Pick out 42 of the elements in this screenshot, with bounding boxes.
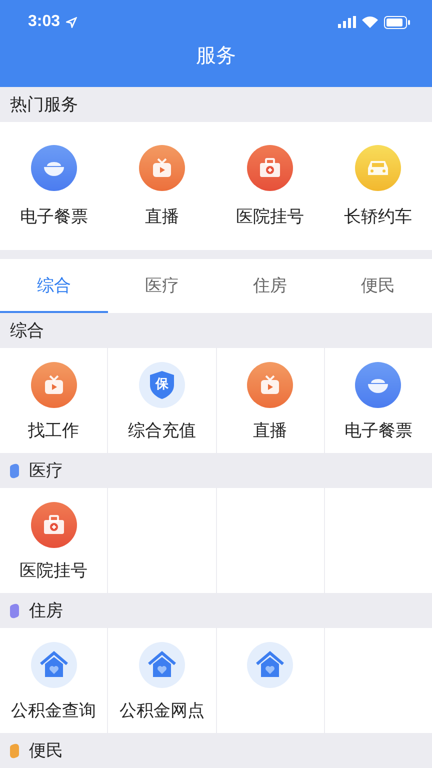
signal-icon (338, 16, 356, 28)
house-icon (138, 642, 185, 688)
tv-icon (139, 144, 185, 190)
battery-icon (384, 16, 410, 28)
service-tile[interactable]: 直播 (216, 348, 324, 453)
service-tile[interactable]: 电子餐票 (324, 348, 432, 453)
section-title: 热门服务 (10, 94, 78, 116)
wifi-icon (362, 16, 378, 28)
location-arrow-icon (66, 16, 78, 28)
service-label[interactable]: 公积金网点 (119, 699, 204, 722)
section-title: 综合 (10, 320, 44, 342)
car-icon (355, 144, 401, 190)
service-tile[interactable]: 公积金网点 (108, 628, 216, 733)
section-title: 医疗 (29, 460, 63, 482)
service-label[interactable]: 长轿约车 (344, 204, 412, 228)
service-tile[interactable]: 找工作 (0, 348, 108, 453)
status-time: 3:03 (28, 13, 60, 31)
bowl-icon (31, 144, 77, 190)
service-label[interactable]: 找工作 (28, 419, 80, 442)
section-title: 便民 (29, 740, 63, 762)
service-tile[interactable] (216, 628, 324, 733)
tv-icon (247, 362, 294, 408)
service-label[interactable]: 电子餐票 (20, 204, 88, 228)
page-title: 服务 (196, 42, 236, 69)
service-label[interactable]: 医院挂号 (236, 204, 304, 228)
service-label[interactable]: 电子餐票 (344, 419, 412, 442)
service-tile[interactable]: 保 综合充值 (108, 348, 216, 453)
service-label[interactable]: 直播 (145, 204, 179, 228)
medical-kit-icon (30, 502, 77, 548)
bowl-icon (355, 362, 402, 408)
medical-kit-icon (247, 144, 293, 190)
service-label[interactable]: 综合充值 (128, 419, 196, 442)
shield-icon: 保 (138, 362, 185, 408)
section-title: 住房 (29, 600, 63, 622)
service-label[interactable]: 直播 (253, 419, 288, 442)
service-label[interactable]: 公积金查询 (11, 699, 96, 722)
service-tile[interactable]: 公积金查询 (0, 628, 108, 733)
house-icon (247, 642, 294, 688)
house-icon (30, 642, 77, 688)
service-tile[interactable]: 医院挂号 (0, 488, 108, 593)
service-label[interactable]: 医院挂号 (20, 559, 88, 582)
tv-icon (30, 362, 77, 408)
